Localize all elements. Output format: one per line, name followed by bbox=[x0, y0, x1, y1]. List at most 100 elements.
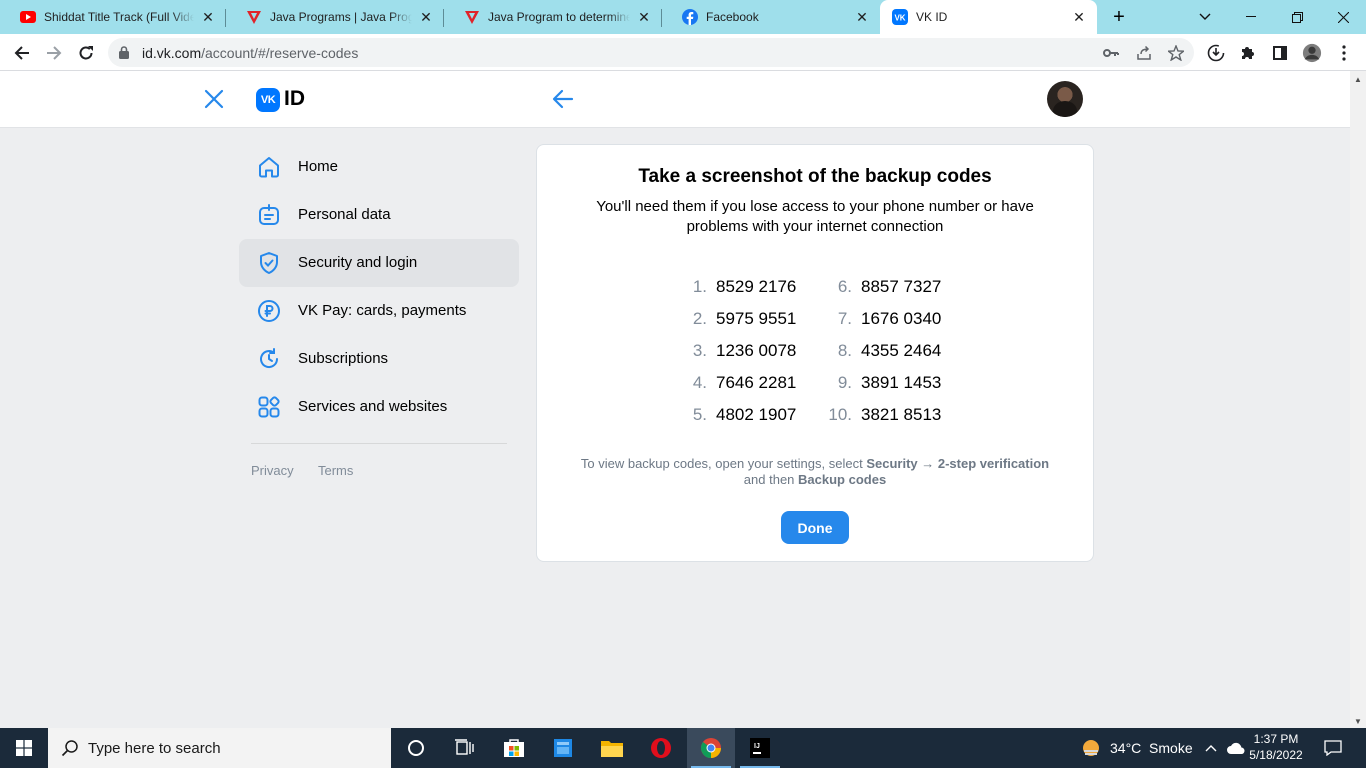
taskbar-search-box[interactable]: Type here to search bbox=[48, 728, 391, 768]
sidebar-item-subscriptions[interactable]: Subscriptions bbox=[239, 335, 519, 383]
vk-icon: VK bbox=[892, 9, 908, 25]
system-clock[interactable]: 1:37 PM 5/18/2022 bbox=[1240, 731, 1312, 763]
sidebar-item-label: VK Pay: cards, payments bbox=[298, 302, 467, 319]
browser-tab-strip: Shiddat Title Track (Full Video ✕ Java P… bbox=[0, 0, 1366, 34]
windows-start-icon[interactable] bbox=[0, 728, 48, 768]
forward-arrow-icon[interactable] bbox=[40, 39, 68, 67]
browser-tab[interactable]: Shiddat Title Track (Full Video ✕ bbox=[0, 0, 226, 34]
browser-menu-icon[interactable] bbox=[1334, 43, 1354, 63]
sidebar-divider bbox=[251, 443, 507, 444]
task-view-icon[interactable] bbox=[440, 728, 488, 768]
done-button[interactable]: Done bbox=[781, 511, 849, 544]
ruble-icon bbox=[257, 299, 281, 323]
backup-code-row: 9. 3891 1453 bbox=[837, 373, 942, 392]
weather-sun-icon bbox=[1080, 737, 1102, 759]
browser-tab[interactable]: Java Program to determine wh ✕ bbox=[444, 0, 662, 34]
clock-time: 1:37 PM bbox=[1253, 732, 1299, 746]
opera-icon[interactable] bbox=[637, 728, 685, 768]
intellij-idea-icon[interactable]: IJ bbox=[736, 728, 784, 768]
show-hidden-icons-chevron-icon[interactable] bbox=[1205, 728, 1217, 768]
search-placeholder: Type here to search bbox=[88, 740, 221, 757]
reload-icon[interactable] bbox=[72, 39, 100, 67]
backup-code-row: 6. 8857 7327 bbox=[837, 277, 942, 296]
tab-title: Java Programs | Java Programs bbox=[270, 10, 412, 24]
file-explorer-blue-icon[interactable] bbox=[539, 728, 587, 768]
minimize-button[interactable] bbox=[1228, 0, 1274, 34]
side-panel-icon[interactable] bbox=[1270, 43, 1290, 63]
folder-icon[interactable] bbox=[588, 728, 636, 768]
javatpoint-icon bbox=[246, 9, 262, 25]
services-icon bbox=[257, 395, 281, 419]
weather-text: 34°C Smoke bbox=[1110, 740, 1193, 756]
browser-toolbar: id.vk.com/account/#/reserve-codes bbox=[0, 34, 1366, 71]
terms-link[interactable]: Terms bbox=[318, 463, 353, 478]
page-viewport: VK ID Home Personal data Security and lo… bbox=[0, 71, 1350, 728]
backup-code-row: 2. 5975 9551 bbox=[692, 309, 797, 328]
close-icon[interactable] bbox=[203, 88, 225, 110]
backup-code-row: 8. 4355 2464 bbox=[837, 341, 942, 360]
sidebar-item-services[interactable]: Services and websites bbox=[239, 383, 519, 431]
microsoft-store-icon[interactable] bbox=[490, 728, 538, 768]
sidebar-item-label: Home bbox=[298, 158, 339, 175]
back-arrow-icon[interactable] bbox=[551, 88, 575, 110]
subscriptions-icon bbox=[257, 347, 281, 371]
close-window-button[interactable] bbox=[1320, 0, 1366, 34]
browser-tab-active[interactable]: VK VK ID ✕ bbox=[880, 0, 1097, 34]
key-icon[interactable] bbox=[1103, 45, 1119, 61]
sidebar-item-personal-data[interactable]: Personal data bbox=[239, 191, 519, 239]
close-tab-icon[interactable]: ✕ bbox=[854, 9, 870, 25]
vk-logo: VK bbox=[256, 88, 280, 112]
restore-button[interactable] bbox=[1274, 0, 1320, 34]
bookmark-star-icon[interactable] bbox=[1168, 45, 1184, 61]
chrome-icon[interactable] bbox=[687, 728, 735, 768]
privacy-link[interactable]: Privacy bbox=[251, 463, 294, 478]
weather-widget[interactable]: 34°C Smoke bbox=[1080, 728, 1193, 768]
backup-code-row: 5. 4802 1907 bbox=[692, 405, 797, 424]
browser-tab[interactable]: Java Programs | Java Programs ✕ bbox=[226, 0, 444, 34]
tab-title: Shiddat Title Track (Full Video bbox=[44, 10, 194, 24]
facebook-icon bbox=[682, 9, 698, 25]
cortana-icon[interactable] bbox=[392, 728, 440, 768]
tab-title: Facebook bbox=[706, 10, 759, 24]
sidebar-item-home[interactable]: Home bbox=[239, 143, 519, 191]
scroll-up-arrow-icon[interactable]: ▲ bbox=[1354, 75, 1362, 84]
browser-tab[interactable]: Facebook ✕ bbox=[662, 0, 880, 34]
profile-avatar-icon[interactable] bbox=[1302, 43, 1322, 63]
youtube-icon bbox=[20, 9, 36, 25]
home-icon bbox=[257, 155, 281, 179]
share-icon[interactable] bbox=[1136, 45, 1152, 61]
tab-search-chevron-icon[interactable] bbox=[1182, 0, 1228, 34]
svg-text:VK: VK bbox=[894, 14, 905, 23]
url-text: id.vk.com/account/#/reserve-codes bbox=[142, 45, 359, 61]
sidebar-item-label: Security and login bbox=[298, 254, 418, 271]
tab-title: VK ID bbox=[916, 10, 948, 24]
new-tab-button[interactable]: + bbox=[1108, 6, 1130, 28]
sidebar-item-security[interactable]: Security and login bbox=[239, 239, 519, 287]
backup-code-row: 1. 8529 2176 bbox=[692, 277, 797, 296]
sidebar-item-label: Personal data bbox=[298, 206, 391, 223]
close-tab-icon[interactable]: ✕ bbox=[418, 9, 434, 25]
vk-id-header: VK ID bbox=[0, 71, 1350, 128]
card-title: Take a screenshot of the backup codes bbox=[638, 166, 992, 187]
download-icon[interactable] bbox=[1206, 43, 1226, 63]
personal-data-icon bbox=[257, 203, 281, 227]
close-tab-icon[interactable]: ✕ bbox=[1071, 9, 1087, 25]
back-arrow-icon[interactable] bbox=[8, 39, 36, 67]
close-tab-icon[interactable]: ✕ bbox=[636, 9, 652, 25]
notifications-icon[interactable] bbox=[1324, 728, 1342, 768]
backup-code-row: 4. 7646 2281 bbox=[692, 373, 797, 392]
lock-icon bbox=[119, 46, 129, 64]
close-tab-icon[interactable]: ✕ bbox=[200, 9, 216, 25]
user-avatar[interactable] bbox=[1047, 81, 1083, 117]
sidebar-item-label: Services and websites bbox=[298, 398, 448, 415]
scroll-down-arrow-icon[interactable]: ▼ bbox=[1354, 717, 1362, 726]
backup-code-row: 10. 3821 8513 bbox=[828, 405, 942, 424]
codes-column-right: 6. 8857 7327 7. 1676 0340 8. 4355 2464 9. 38… bbox=[827, 271, 941, 431]
sidebar-item-vk-pay[interactable]: VK Pay: cards, payments bbox=[239, 287, 519, 335]
svg-text:IJ: IJ bbox=[754, 743, 760, 750]
extensions-puzzle-icon[interactable] bbox=[1238, 43, 1258, 63]
page-scrollbar[interactable]: ▲ ▼ bbox=[1350, 71, 1366, 728]
search-icon bbox=[61, 739, 79, 762]
sidebar-nav: Home Personal data Security and login VK… bbox=[239, 143, 519, 431]
address-bar[interactable]: id.vk.com/account/#/reserve-codes bbox=[108, 38, 1194, 67]
